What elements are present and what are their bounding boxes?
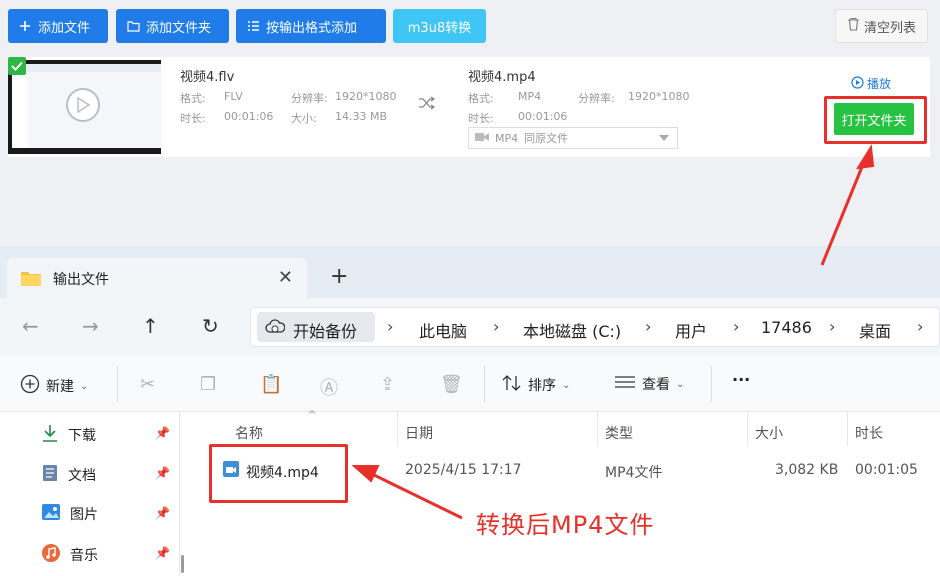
annotation-text: 转换后MP4文件 <box>476 511 655 539</box>
annotation-arrows <box>351 143 875 520</box>
